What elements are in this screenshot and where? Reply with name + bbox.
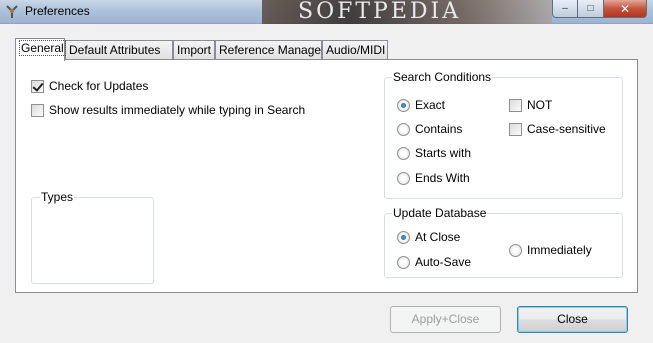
radio-starts-with[interactable]: Starts with [397,145,471,161]
radio-icon[interactable] [397,171,410,185]
radio-label: Contains [415,122,463,136]
types-label: Types [40,190,75,204]
app-icon [6,5,18,18]
minimize-icon: – [562,3,568,14]
tab-label: Import [177,43,212,57]
radio-ends-with[interactable]: Ends With [397,170,470,186]
window-title: Preferences [25,4,90,18]
tab-label: General [19,40,66,56]
close-icon: ✕ [619,1,631,16]
update-database-groupbox: Update Database At Close Auto-Save Immed… [384,206,623,278]
radio-label: Immediately [527,243,592,257]
radio-icon[interactable] [397,122,410,136]
radio-at-close[interactable]: At Close [397,229,460,245]
tab-audio-midi[interactable]: Audio/MIDI [322,40,388,60]
search-conditions-groupbox: Search Conditions Exact Contains Starts … [384,70,623,199]
checkbox-icon[interactable] [509,122,522,136]
checkbox-icon[interactable] [31,103,44,117]
title-bar[interactable]: Preferences SOFTPEDIA – □ ✕ [0,0,653,24]
radio-label: At Close [415,230,461,244]
update-database-title: Update Database [392,206,488,220]
checkbox-icon[interactable] [509,98,522,112]
radio-icon[interactable] [397,146,410,160]
tab-label: Audio/MIDI [326,43,386,57]
checkbox-checked-icon[interactable] [31,79,44,93]
tab-default-attributes[interactable]: Default Attributes [65,40,173,60]
radio-icon[interactable] [509,243,522,257]
radio-selected-icon[interactable] [397,230,410,244]
general-tab-panel: Check for Updates Show results immediate… [15,59,638,293]
minimize-button[interactable]: – [552,0,578,18]
tab-general[interactable]: General [15,38,66,61]
types-groupbox: Types [31,190,154,284]
show-results-checkbox[interactable]: Show results immediately while typing in… [31,102,305,118]
tab-reference-manager[interactable]: Reference Manager [215,40,326,60]
check-for-updates-checkbox[interactable]: Check for Updates [31,78,148,94]
tab-label: Reference Manager [219,43,326,57]
close-button[interactable]: Close [517,306,628,333]
case-sensitive-checkbox[interactable]: Case-sensitive [509,121,606,137]
tab-import[interactable]: Import [173,40,215,60]
radio-label: Ends With [415,171,470,185]
softpedia-watermark: SOFTPEDIA [262,0,552,24]
maximize-button[interactable]: □ [578,0,604,18]
maximize-icon: □ [587,3,594,14]
show-results-label: Show results immediately while typing in… [49,103,306,117]
radio-exact[interactable]: Exact [397,97,445,113]
radio-label: Auto-Save [415,255,472,269]
radio-label: Exact [415,98,446,112]
not-checkbox[interactable]: NOT [509,97,552,113]
close-window-button[interactable]: ✕ [604,0,647,18]
radio-label: Starts with [415,146,472,160]
search-conditions-title: Search Conditions [392,70,493,84]
radio-selected-icon[interactable] [397,98,410,112]
radio-immediately[interactable]: Immediately [509,242,592,258]
apply-close-button[interactable]: Apply+Close [390,306,501,333]
case-sensitive-label: Case-sensitive [527,122,606,136]
radio-contains[interactable]: Contains [397,121,462,137]
tab-label: Default Attributes [69,43,161,57]
caption-buttons: – □ ✕ [552,0,647,18]
not-label: NOT [527,98,553,112]
radio-icon[interactable] [397,255,410,269]
radio-auto-save[interactable]: Auto-Save [397,254,471,270]
check-for-updates-label: Check for Updates [49,79,149,93]
